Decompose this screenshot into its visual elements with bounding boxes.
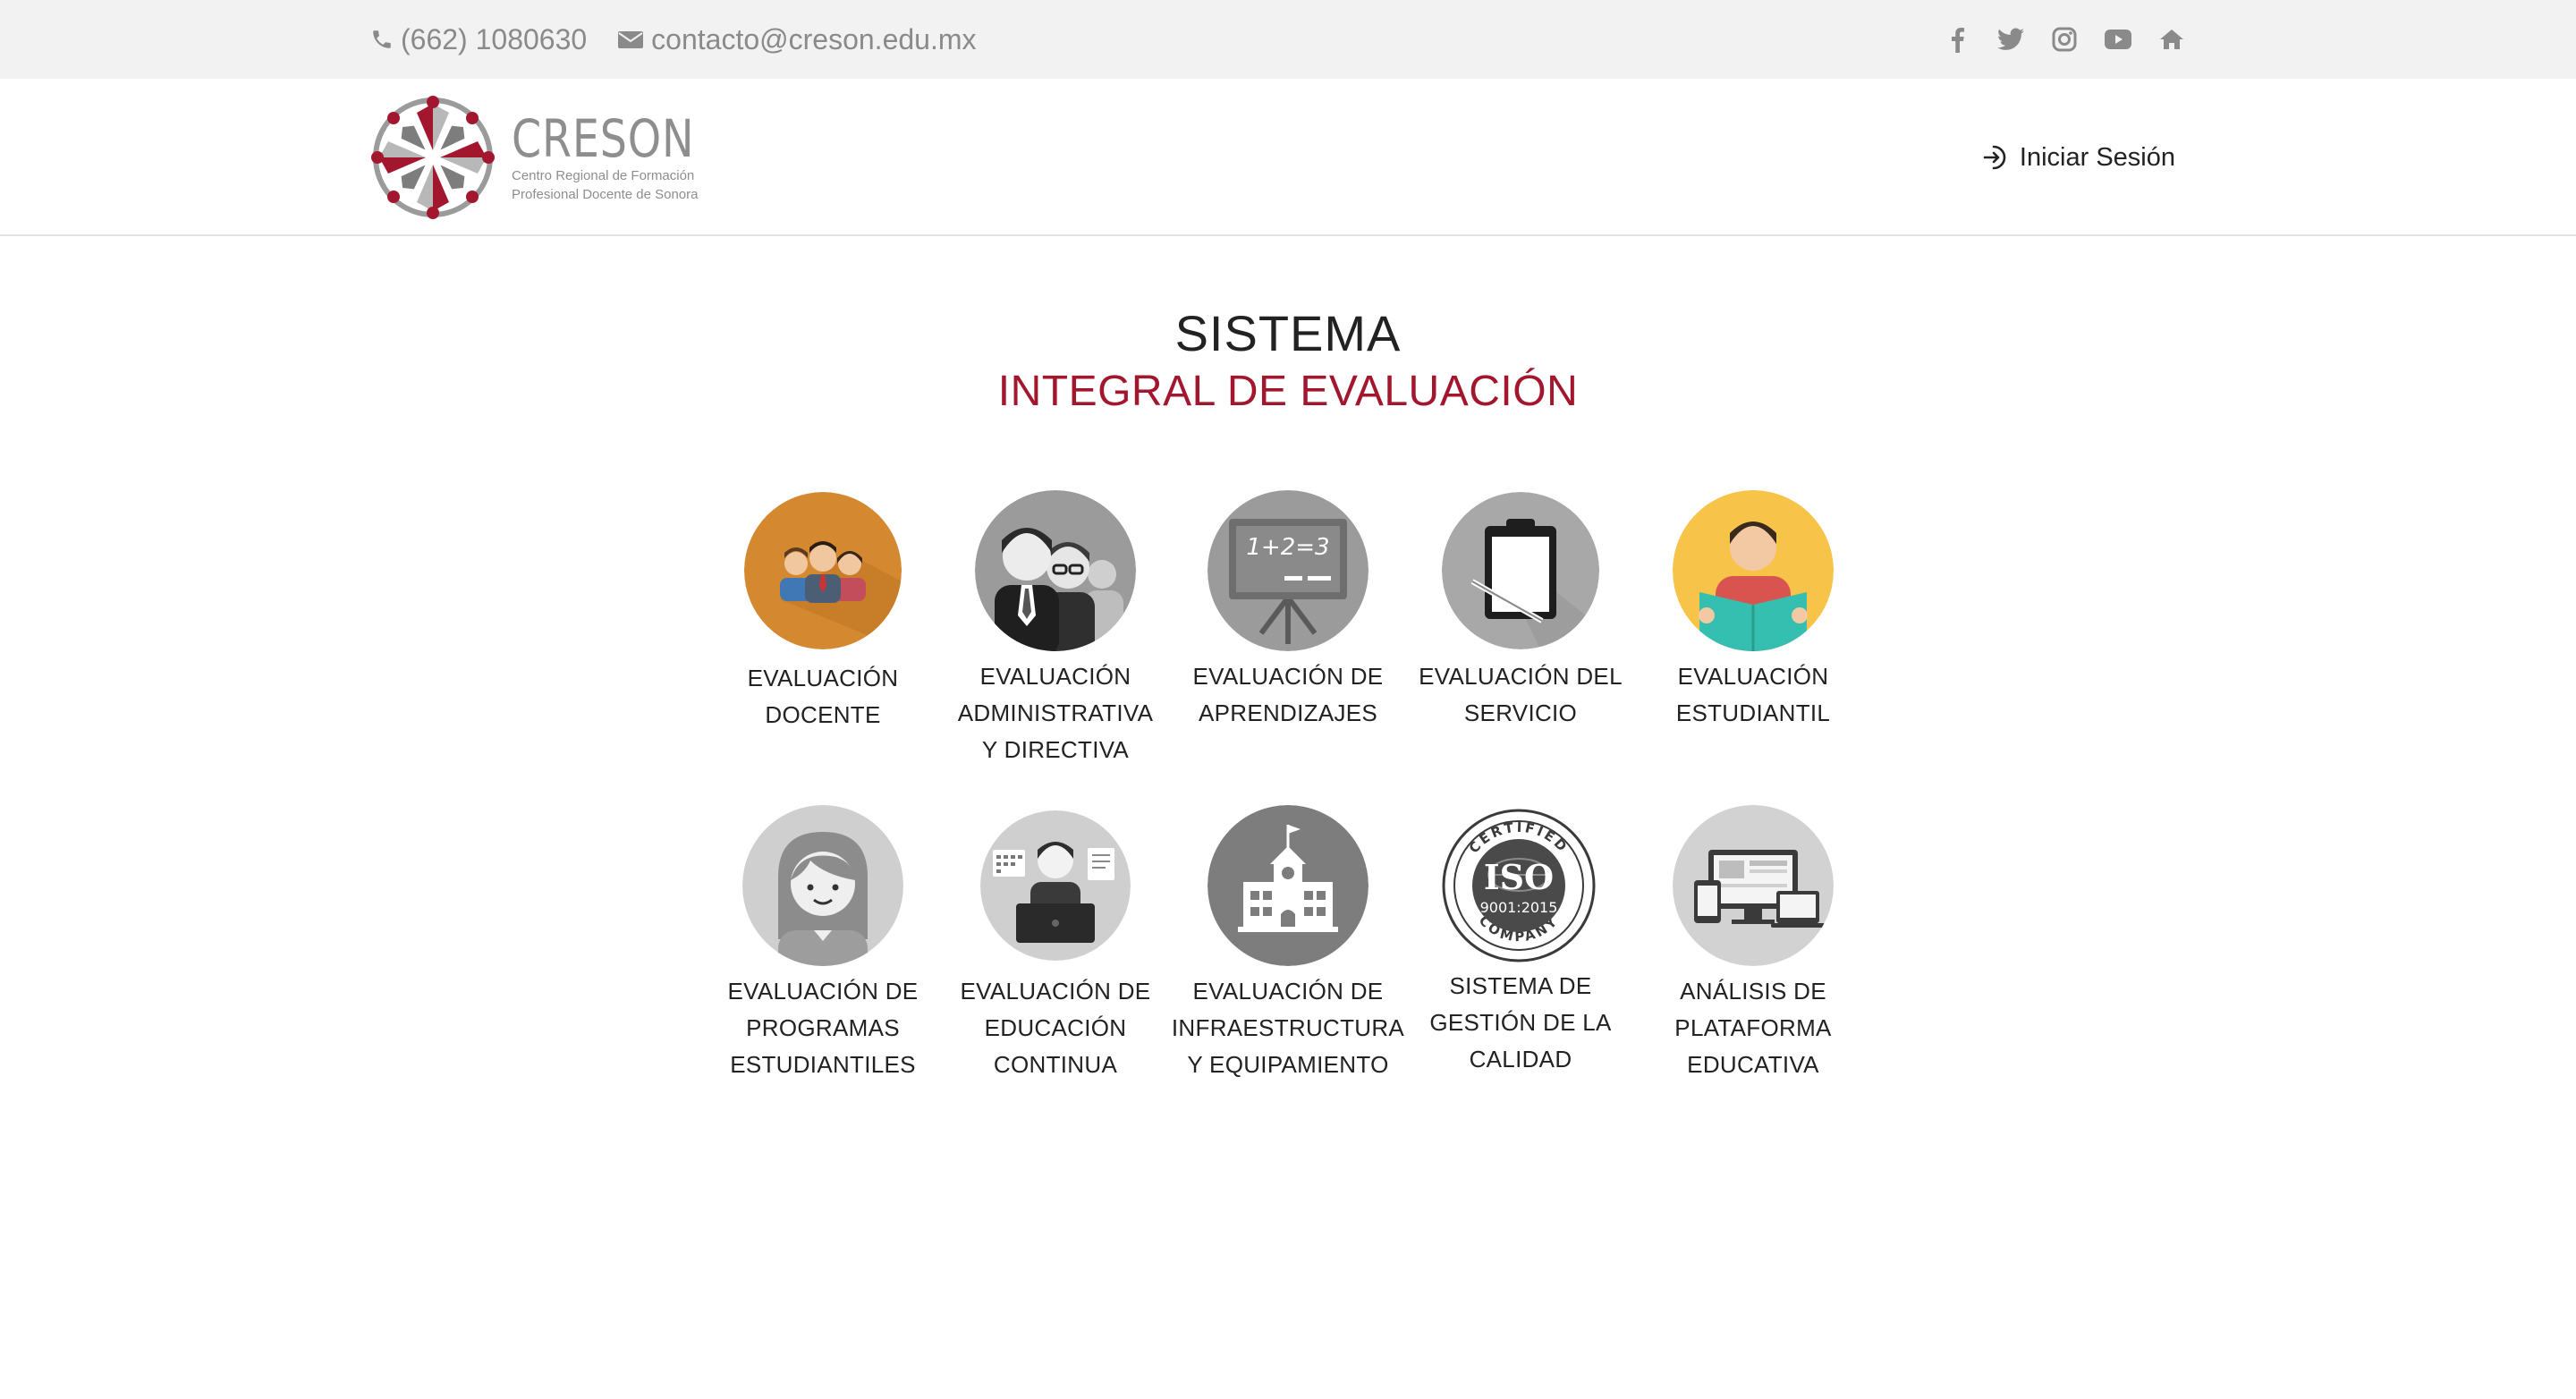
module-label-line: APRENDIZAJES: [1198, 700, 1378, 726]
module-label-line: SERVICIO: [1463, 700, 1578, 726]
brand-name: CRESON: [512, 108, 695, 169]
module-label-line: GESTIÓN DE LA: [1429, 1009, 1612, 1036]
module-label: SISTEMA DE GESTIÓN DE LA CALIDAD: [1386, 968, 1655, 1078]
module-label-line: Y EQUIPAMIENTO: [1187, 1051, 1389, 1078]
school-building-icon: [1208, 805, 1368, 966]
module-label: EVALUACIÓN DE APRENDIZAJES: [1154, 658, 1422, 732]
devices-icon: [1673, 805, 1834, 966]
module-label: EVALUACIÓN ESTUDIANTIL: [1619, 658, 1887, 732]
girl-student-icon: [742, 805, 903, 966]
facebook-icon[interactable]: [1941, 23, 1973, 55]
login-icon: [1983, 145, 2006, 170]
brand-subtitle-2: Profesional Docente de Sonora: [512, 187, 699, 202]
top-contact-bar: (662) 1080630 contacto@creson.edu.mx: [0, 0, 2576, 79]
svg-text:1+2=3: 1+2=3: [1246, 534, 1329, 561]
module-label-line: PROGRAMAS: [746, 1014, 900, 1041]
module-label-line: EVALUACIÓN DE: [1192, 663, 1384, 690]
module-label-line: EVALUACIÓN DE: [1192, 978, 1384, 1005]
module-label: EVALUACIÓN DE INFRAESTRUCTURA Y EQUIPAMIEN…: [1154, 973, 1422, 1083]
module-label: ANÁLISIS DE PLATAFORMA EDUCATIVA: [1619, 973, 1887, 1083]
teachers-group-icon: [744, 492, 902, 649]
module-label: EVALUACIÓN DEL SERVICIO: [1386, 658, 1655, 732]
module-label: EVALUACIÓN DE EDUCACIÓN CONTINUA: [921, 973, 1190, 1083]
clipboard-icon: [1442, 492, 1599, 649]
twitter-icon[interactable]: [1995, 23, 2027, 55]
home-icon[interactable]: [2156, 23, 2188, 55]
phone-icon: [373, 30, 391, 48]
module-label-line: ADMINISTRATIVA: [957, 700, 1154, 726]
brand-subtitle-1: Centro Regional de Formación: [512, 168, 695, 183]
module-label-line: INFRAESTRUCTURA: [1171, 1014, 1405, 1041]
module-label-line: EVALUACIÓN: [979, 663, 1131, 690]
instagram-icon[interactable]: [2048, 23, 2080, 55]
creson-emblem-icon: [371, 96, 495, 219]
student-reading-icon: [1673, 490, 1834, 651]
page-title: SISTEMA: [1174, 305, 1402, 361]
module-label-line: PLATAFORMA: [1674, 1014, 1832, 1041]
module-label-line: EVALUACIÓN: [1677, 663, 1829, 690]
brand-text: CRESON Centro Regional de Formación Prof…: [512, 112, 734, 203]
phone-text: (662) 1080630: [401, 22, 588, 55]
module-label: EVALUACIÓN ADMINISTRATIVA Y DIRECTIVA: [921, 658, 1190, 768]
module-label-line: EVALUACIÓN: [747, 665, 899, 691]
module-label: EVALUACIÓN DE PROGRAMAS ESTUDIANTILES: [689, 973, 957, 1083]
seal-number-text: 9001:2015: [1480, 899, 1558, 916]
online-learner-icon: [980, 810, 1131, 961]
module-label: EVALUACIÓN DOCENTE: [689, 660, 957, 733]
iso-seal-icon: CERTIFIED COMPANY ISO 9001:2015: [1442, 809, 1596, 962]
module-label-line: ESTUDIANTIL: [1675, 700, 1831, 726]
module-label-line: EVALUACIÓN DEL: [1419, 663, 1623, 690]
youtube-icon[interactable]: [2102, 23, 2134, 55]
module-label-line: EDUCACIÓN: [984, 1014, 1127, 1041]
email-text: contacto@creson.edu.mx: [651, 22, 977, 55]
email-contact[interactable]: contacto@creson.edu.mx: [617, 22, 977, 56]
executives-icon: [975, 490, 1136, 651]
login-link[interactable]: Iniciar Sesión: [1982, 79, 2175, 236]
contact-info: (662) 1080630 contacto@creson.edu.mx: [370, 0, 1007, 79]
site-header: CRESON Centro Regional de Formación Prof…: [0, 79, 2576, 236]
seal-iso-text: ISO: [1484, 857, 1554, 897]
social-links: [1919, 0, 2188, 79]
module-label-line: EDUCATIVA: [1687, 1051, 1819, 1078]
phone-contact[interactable]: (662) 1080630: [370, 23, 587, 56]
login-label: Iniciar Sesión: [2019, 142, 2175, 172]
page-subtitle: INTEGRAL DE EVALUACIÓN: [997, 368, 1579, 415]
envelope-icon: [618, 31, 644, 48]
module-label-line: EVALUACIÓN DE: [727, 978, 919, 1005]
module-label-line: ANÁLISIS DE: [1680, 978, 1826, 1005]
module-label-line: EVALUACIÓN DE: [960, 978, 1151, 1005]
chalkboard-icon: 1+2=3: [1208, 490, 1368, 651]
module-label-line: DOCENTE: [765, 701, 881, 728]
module-label-line: CONTINUA: [993, 1051, 1118, 1078]
module-label-line: Y DIRECTIVA: [981, 736, 1130, 763]
module-label-line: ESTUDIANTILES: [730, 1051, 916, 1078]
creson-logo[interactable]: CRESON Centro Regional de Formación Prof…: [370, 95, 734, 220]
module-label-line: SISTEMA DE: [1449, 972, 1592, 999]
module-label-line: CALIDAD: [1469, 1046, 1572, 1073]
